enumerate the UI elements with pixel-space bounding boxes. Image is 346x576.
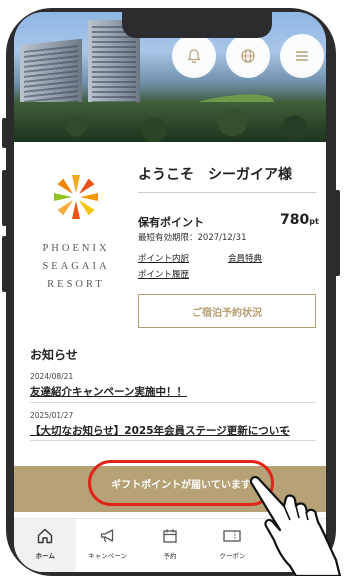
language-button[interactable] bbox=[226, 34, 270, 78]
news-more-link[interactable]: … bbox=[280, 424, 290, 435]
menu-icon bbox=[296, 51, 308, 61]
news-item-link[interactable]: 【大切なお知らせ】2025年会員ステージ更新について bbox=[30, 423, 290, 438]
points-label: 保有ポイント bbox=[138, 216, 204, 229]
points-expiry: 最短有効期限：2027/12/31 bbox=[138, 233, 247, 243]
divider bbox=[138, 192, 316, 193]
logo-line: SEAGAIA bbox=[42, 261, 110, 272]
home-icon bbox=[38, 528, 53, 544]
points-history-link[interactable]: ポイント履歴 bbox=[138, 268, 189, 280]
coupon-icon bbox=[223, 530, 242, 542]
welcome-message: ようこそ シーガイア様 bbox=[138, 167, 292, 183]
news-date: 2025/01/27 bbox=[30, 411, 74, 420]
phone-side-button bbox=[2, 236, 8, 292]
logo-wordmark: PHOENIX SEAGAIA RESORT bbox=[28, 240, 124, 294]
tab-label: クーポン bbox=[219, 552, 246, 560]
stay-reservation-button[interactable]: ご宿泊予約状況 bbox=[138, 294, 316, 328]
points-number: 780 bbox=[280, 212, 310, 228]
tab-label: 予約 bbox=[163, 552, 177, 560]
points-breakdown-link[interactable]: ポイント内訳 bbox=[138, 252, 189, 264]
hero-forest bbox=[14, 102, 326, 142]
tab-label: ホーム bbox=[35, 552, 55, 560]
phone-notch bbox=[122, 12, 272, 38]
tab-campaign[interactable]: キャンペーン bbox=[76, 519, 138, 572]
logo-line: RESORT bbox=[47, 279, 105, 290]
points-unit: pt bbox=[309, 217, 319, 226]
tab-home[interactable]: ホーム bbox=[14, 519, 77, 572]
points-value: 780pt bbox=[280, 212, 319, 228]
tab-reservation[interactable]: 予約 bbox=[139, 519, 201, 572]
bell-icon bbox=[187, 49, 201, 64]
news-divider bbox=[30, 402, 316, 403]
tab-label: キャンペーン bbox=[88, 552, 127, 560]
news-divider bbox=[30, 440, 316, 441]
news-heading: お知らせ bbox=[30, 348, 78, 362]
phone-side-button bbox=[2, 118, 8, 148]
member-benefits-link[interactable]: 会員特典 bbox=[228, 252, 262, 264]
notification-button[interactable] bbox=[172, 34, 216, 78]
menu-button[interactable] bbox=[280, 34, 324, 78]
globe-icon bbox=[241, 49, 255, 63]
news-item-link[interactable]: 友達紹介キャンペーン実施中！！ bbox=[30, 384, 187, 399]
resort-logo: PHOENIX SEAGAIA RESORT bbox=[28, 172, 124, 294]
megaphone-icon bbox=[100, 529, 113, 543]
calendar-icon bbox=[163, 529, 177, 543]
pointing-hand-icon bbox=[249, 476, 342, 576]
phone-side-button bbox=[334, 190, 340, 276]
news-date: 2024/08/21 bbox=[30, 372, 74, 381]
logo-line: PHOENIX bbox=[42, 243, 110, 254]
sun-logo-icon bbox=[54, 175, 98, 219]
phone-side-button bbox=[2, 170, 8, 226]
